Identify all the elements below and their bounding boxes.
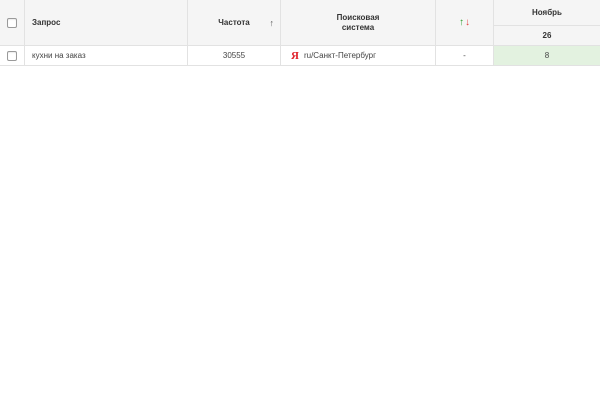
trend-down-icon: ↓	[465, 17, 470, 28]
column-header-frequency[interactable]: Частота ↑	[188, 0, 281, 46]
search-engine-header-label: Поисковая система	[337, 13, 380, 33]
column-header-trend[interactable]: ↑ ↓	[436, 0, 494, 46]
sort-ascending-icon[interactable]: ↑	[270, 18, 275, 28]
table-row-trend: -	[436, 46, 494, 66]
column-header-day[interactable]: 26	[494, 26, 600, 46]
table-row-search-engine: Я ru/Санкт-Петербург	[281, 46, 436, 66]
positions-table: Запрос Частота ↑ Поисковая система ↑ ↓ Н…	[0, 0, 600, 66]
select-all-checkbox[interactable]	[7, 17, 17, 28]
day-label: 26	[542, 31, 552, 40]
table-row-query: кухни на заказ	[25, 46, 188, 66]
column-header-query[interactable]: Запрос	[25, 0, 188, 46]
trend-value: -	[463, 51, 466, 60]
search-engine-region: ru/Санкт-Петербург	[303, 51, 377, 60]
table-row-checkbox-cell	[0, 46, 25, 66]
query-header-label: Запрос	[32, 18, 61, 27]
frequency-value: 30555	[222, 51, 246, 60]
column-header-search-engine: Поисковая система	[281, 0, 436, 46]
search-engine-header-line1: Поисковая	[336, 12, 380, 22]
trend-up-icon: ↑	[459, 17, 464, 28]
table-row-frequency: 30555	[188, 46, 281, 66]
position-value: 8	[544, 51, 550, 60]
search-engine-header-line2: система	[341, 22, 375, 32]
frequency-header-label: Частота	[218, 18, 250, 27]
table-row-position: 8	[494, 46, 600, 66]
query-text: кухни на заказ	[32, 51, 86, 60]
month-label: Ноябрь	[532, 8, 562, 17]
yandex-icon: Я	[291, 49, 299, 62]
select-all-cell	[0, 0, 25, 46]
row-checkbox[interactable]	[7, 50, 17, 61]
column-header-month: Ноябрь	[494, 0, 600, 26]
